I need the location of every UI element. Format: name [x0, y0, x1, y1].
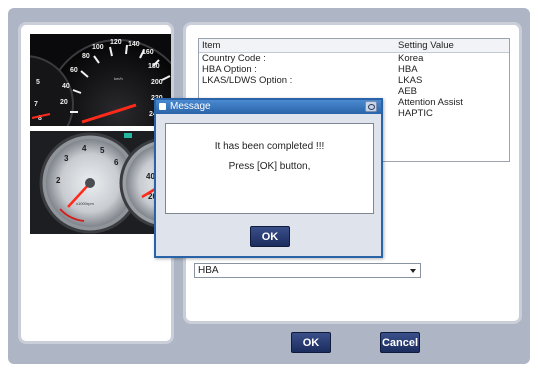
- chevron-down-icon[interactable]: [410, 269, 416, 273]
- ok-button[interactable]: OK: [291, 332, 331, 353]
- row-item: Country Code :: [202, 53, 266, 64]
- rpm-tick-label: 3: [64, 154, 69, 163]
- row-item: HBA Option :: [202, 64, 257, 75]
- speed-tick-label: 180: [148, 63, 160, 70]
- rpm-tick-label: 5: [100, 146, 105, 155]
- tachometer-svg: 2 3 4 5 6 40 60 80 20 x1000rpm: [30, 131, 171, 234]
- dialog-message-box: It has been completed !!! Press [OK] but…: [165, 123, 374, 214]
- table-row[interactable]: HBA Option : HBA: [199, 64, 509, 75]
- dialog-message-line1: It has been completed !!!: [214, 141, 325, 152]
- rpm-tick-label: 2: [56, 176, 61, 185]
- dialog-title-bar[interactable]: Message: [156, 100, 381, 114]
- dialog-ok-button[interactable]: OK: [250, 226, 290, 247]
- table-row[interactable]: LKAS/LDWS Option : LKAS: [199, 75, 509, 86]
- svg-text:5: 5: [36, 79, 40, 86]
- left-image-panel: 20 40 60 80 100 120 140 160 180 200 220 …: [18, 22, 174, 344]
- window-icon: [159, 103, 166, 110]
- dialog-message-line2: Press [OK] button,: [228, 161, 311, 172]
- message-dialog: Message It has been completed !!! Press …: [154, 98, 383, 258]
- column-header-item: Item: [202, 40, 221, 51]
- table-row[interactable]: Country Code : Korea: [199, 53, 509, 64]
- row-value: Korea: [398, 53, 424, 64]
- option-select-value: HBA: [198, 265, 219, 276]
- speed-tick-label: 80: [82, 53, 90, 60]
- speed-tick-label: 60: [70, 67, 78, 74]
- speedometer-svg: 20 40 60 80 100 120 140 160 180 200 220 …: [30, 34, 171, 126]
- speed-tick-label: 120: [110, 39, 122, 46]
- row-value: HBA: [398, 64, 418, 75]
- speed-tick-label: 40: [62, 83, 70, 90]
- speed-unit: km/h: [114, 76, 123, 81]
- speed-tick-label: 200: [151, 79, 163, 86]
- close-icon[interactable]: [365, 101, 377, 112]
- row-value: AEB: [398, 86, 418, 97]
- rpm-tick-label: 6: [114, 158, 119, 167]
- speed-tick-label: 140: [128, 41, 140, 48]
- row-value: Attention Assist: [398, 97, 463, 108]
- table-header: Item Setting Value: [199, 39, 509, 53]
- row-value: LKAS: [398, 75, 423, 86]
- row-value: HAPTIC: [398, 108, 433, 119]
- cancel-button[interactable]: Cancel: [380, 332, 420, 353]
- dialog-title: Message: [170, 101, 211, 112]
- tachometer-image: 2 3 4 5 6 40 60 80 20 x1000rpm: [30, 131, 171, 234]
- option-select[interactable]: HBA: [194, 263, 421, 278]
- speedometer-image: 20 40 60 80 100 120 140 160 180 200 220 …: [30, 34, 171, 126]
- row-item: LKAS/LDWS Option :: [202, 75, 293, 86]
- speed-tick-label: 100: [92, 44, 104, 51]
- speed-tick-label: 20: [60, 99, 68, 106]
- svg-text:7: 7: [34, 101, 38, 108]
- speed-tick-label: 160: [142, 49, 154, 56]
- rpm-unit: x1000rpm: [76, 201, 94, 206]
- rpm-tick-label: 4: [82, 144, 87, 153]
- column-header-setting-value: Setting Value: [398, 40, 454, 51]
- table-row[interactable]: AEB: [199, 86, 509, 97]
